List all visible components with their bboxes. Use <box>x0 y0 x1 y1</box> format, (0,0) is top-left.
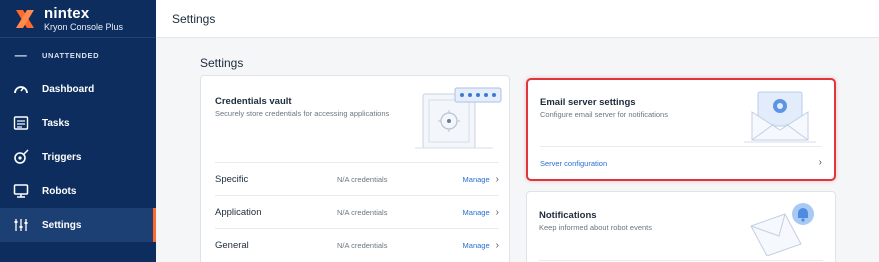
page-title: Settings <box>172 11 216 26</box>
sidebar-item-robots[interactable]: Robots <box>0 174 156 208</box>
chevron-right-icon: › <box>495 206 499 218</box>
card-divider <box>539 260 823 261</box>
brand-product: Kryon Console Plus <box>44 21 124 32</box>
section-title: Settings <box>200 56 244 70</box>
manage-application-link[interactable]: Manage › <box>463 207 499 218</box>
sidebar-nav: — UNATTENDED Dashboard Tasks Triggers Ro… <box>0 38 156 242</box>
credential-type-label: Application <box>215 206 262 218</box>
monitor-icon <box>12 182 30 200</box>
nintex-logo-icon <box>14 8 36 30</box>
manage-label: Manage <box>462 240 490 250</box>
credential-count: N/A credentials <box>337 207 388 217</box>
trigger-icon <box>12 148 30 166</box>
credential-row-general: General N/A credentials Manage › <box>215 228 499 261</box>
manage-specific-link[interactable]: Manage › <box>463 174 499 185</box>
credential-row-specific: Specific N/A credentials Manage › <box>215 162 499 195</box>
sidebar-item-label: Robots <box>42 185 77 197</box>
notifications-title: Notifications <box>539 210 597 221</box>
email-gear-icon <box>740 86 820 144</box>
manage-general-link[interactable]: Manage › <box>463 240 499 251</box>
credential-type-label: Specific <box>215 173 249 185</box>
sidebar-item-triggers[interactable]: Triggers <box>0 140 156 174</box>
sidebar-item-label: Settings <box>42 219 82 231</box>
credential-count: N/A credentials <box>337 174 388 184</box>
chevron-right-icon[interactable]: › <box>819 157 822 168</box>
page-header: Settings <box>156 0 879 38</box>
sidebar: nintex Kryon Console Plus — UNATTENDED D… <box>0 0 156 262</box>
email-server-settings-card[interactable]: Email server settings Configure email se… <box>526 78 836 181</box>
gauge-icon <box>12 80 30 98</box>
sidebar-item-label: Dashboard <box>42 83 95 95</box>
notifications-card[interactable]: Notifications Keep informed about robot … <box>526 191 836 262</box>
chevron-right-icon: › <box>495 173 499 185</box>
email-server-description: Configure email server for notifications <box>540 110 668 119</box>
brand[interactable]: nintex Kryon Console Plus <box>0 0 156 38</box>
sidebar-item-dashboard[interactable]: Dashboard <box>0 72 156 106</box>
sidebar-item-label: Triggers <box>42 151 82 163</box>
sidebar-item-label: Tasks <box>42 117 70 129</box>
sidebar-group-label: UNATTENDED <box>42 50 100 60</box>
credential-row-application: Application N/A credentials Manage › <box>215 195 499 228</box>
notification-bell-icon <box>745 200 821 257</box>
chevron-right-icon: › <box>495 239 499 251</box>
sidebar-item-tasks[interactable]: Tasks <box>0 106 156 140</box>
manage-label: Manage <box>462 207 490 217</box>
sidebar-group-unattended[interactable]: — UNATTENDED <box>0 38 156 72</box>
sliders-icon <box>12 216 30 234</box>
credentials-vault-title: Credentials vault <box>215 96 292 107</box>
sidebar-item-settings[interactable]: Settings <box>0 208 156 242</box>
credential-type-label: General <box>215 239 249 251</box>
manage-label: Manage <box>462 174 490 184</box>
notifications-description: Keep informed about robot events <box>539 223 652 232</box>
credentials-vault-card: Credentials vault Securely store credent… <box>200 75 510 262</box>
brand-name: nintex <box>44 4 90 22</box>
card-divider <box>540 146 822 147</box>
email-server-title: Email server settings <box>540 97 636 108</box>
server-configuration-link[interactable]: Server configuration <box>540 159 607 168</box>
credential-count: N/A credentials <box>337 240 388 250</box>
credentials-vault-description: Securely store credentials for accessing… <box>215 109 390 118</box>
collapse-icon: — <box>14 48 28 62</box>
tasks-icon <box>12 114 30 132</box>
vault-safe-icon <box>413 84 503 152</box>
